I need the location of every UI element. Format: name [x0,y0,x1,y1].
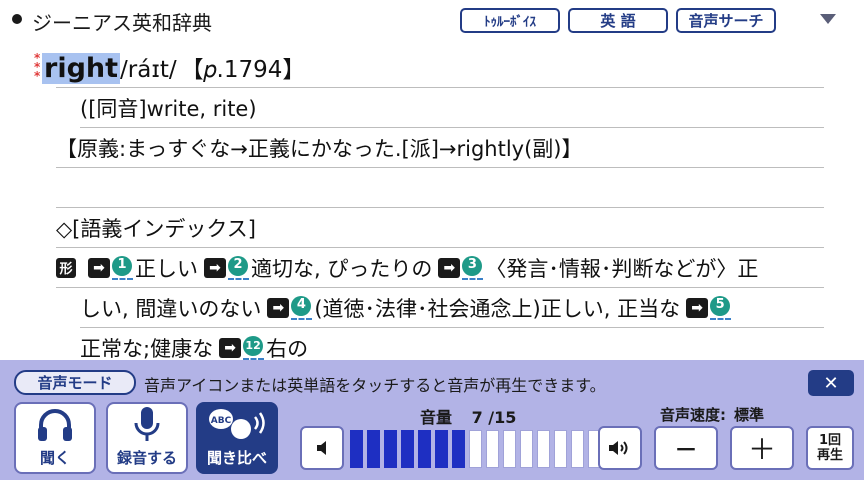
volume-bar-segment[interactable] [537,430,550,468]
volume-bar-segment[interactable] [469,430,482,468]
page-reference: 【𝑝.1794】 [180,57,306,83]
microphone-icon [134,407,160,441]
record-button[interactable]: 録音する [106,402,188,474]
dictionary-title: ジーニアス英和辞典 [32,11,212,35]
volume-bar-segment[interactable] [435,430,448,468]
volume-bar-segment[interactable] [452,430,465,468]
speed-down-button[interactable]: − [654,426,718,470]
volume-bar-segment[interactable] [554,430,567,468]
sense-number: 4 [291,295,312,316]
sense-number: 3 [462,255,483,276]
sense-text: 右の [266,337,309,361]
index-heading-line: ◇[語義インデックス] [56,208,824,248]
index-heading: ◇[語義インデックス] [56,216,256,241]
etymology-text: 【原義:まっすぐな→正義にかなった.[派]→rightly(副)】 [56,136,583,161]
sense-text: 〈発言･情報･判断などが〉正 [485,256,759,281]
sense-text: 正常な;健康な [80,337,214,361]
volume-bar-segment[interactable] [571,430,584,468]
jump-arrow-icon[interactable]: ➡ [88,257,110,278]
compare-voices-icon: ABC [209,409,265,439]
speed-readout: 音声速度: 標準 [660,404,764,425]
english-button[interactable]: 英 語 [568,8,668,33]
sense-number: 5 [710,295,731,316]
sense-text: (道徳･法律･社会通念上)正しい, 正当な [314,296,681,321]
homophones-line: ([同音]write, rite) [80,88,824,128]
speed-value: 標準 [734,406,765,424]
dictionary-entry: * * * right /ráɪt/ 【𝑝.1794】 ([同音]write, ri… [0,40,864,361]
sense-number-link[interactable]: 2 [228,255,249,280]
listen-label: 聞く [39,449,70,467]
compare-badge-text: ABC [211,416,232,426]
close-panel-button[interactable]: ✕ [808,370,854,396]
pronunciation: /ráɪt/ [120,57,177,83]
jump-arrow-icon[interactable]: ➡ [219,338,242,358]
sense-number-link[interactable]: 1 [112,255,133,280]
record-label: 録音する [116,449,177,467]
sense-number-link[interactable]: 12 [243,336,265,360]
sense-row: しい, 間違いのない ➡ 4 (道徳･法律･社会通念上)正しい, 正当な ➡ 5 [80,288,824,328]
blank-line [56,168,824,208]
headphones-icon [38,409,72,441]
bullet-icon [12,14,22,24]
volume-label: 音量 [420,408,453,427]
sense-row: 形 ➡ 1 正しい ➡ 2 適切な, ぴったりの ➡ 3 〈発言･情報･判断など… [56,248,824,288]
speed-up-button[interactable]: ＋ [730,426,794,470]
compare-button[interactable]: ABC 聞き比べ [196,402,278,474]
volume-bar-segment[interactable] [418,430,431,468]
sense-text: 正しい [135,256,198,281]
jump-arrow-icon[interactable]: ➡ [267,297,290,318]
volume-value: 7 /15 [471,408,517,427]
voice-mode-panel: 音声モード 音声アイコンまたは英単語をタッチすると音声が再生できます。 ✕ 聞く… [0,360,864,480]
volume-down-button[interactable] [300,426,344,470]
dropdown-triangle-icon[interactable] [820,14,836,24]
volume-slider[interactable] [350,430,601,468]
play-once-label-2: 再生 [816,448,843,463]
jump-arrow-icon[interactable]: ➡ [686,297,709,318]
header-bar: ジーニアス英和辞典 ﾄｩﾙｰﾎﾞｲｽ 英 語 音声サーチ [0,0,864,40]
volume-bar-segment[interactable] [401,430,414,468]
voice-mode-label: 音声モード [14,370,136,395]
etymology-line: 【原義:まっすぐな→正義にかなった.[派]→rightly(副)】 [56,128,824,168]
adjective-icon: 形 [56,257,76,278]
sense-number-link[interactable]: 4 [291,295,313,320]
sense-text: 適切な, ぴったりの [251,256,433,281]
volume-bar-segment[interactable] [367,430,380,468]
headword[interactable]: right [42,53,121,84]
sense-number: 1 [112,255,132,276]
jump-arrow-icon[interactable]: ➡ [438,257,461,278]
volume-bar-segment[interactable] [350,430,363,468]
voice-search-button[interactable]: 音声サーチ [676,8,776,33]
sense-number: 2 [228,255,248,276]
headword-row: right /ráɪt/ 【𝑝.1794】 [30,50,305,86]
sense-text: しい, 間違いのない [80,296,262,321]
speaker-loud-icon [609,441,628,455]
voice-hint-text: 音声アイコンまたは英単語をタッチすると音声が再生できます。 [144,376,606,395]
play-once-button[interactable]: 1回 再生 [806,426,854,470]
sense-number-link[interactable]: 3 [462,255,484,280]
play-once-label-1: 1回 [818,433,842,448]
sense-number-link[interactable]: 5 [710,295,732,320]
homophones-text: ([同音]write, rite) [80,96,257,121]
volume-bar-segment[interactable] [384,430,397,468]
speaker-icon [317,441,326,455]
volume-bar-segment[interactable] [503,430,516,468]
compare-label: 聞き比べ [206,449,267,467]
listen-button[interactable]: 聞く [14,402,96,474]
sense-number: 12 [243,336,264,356]
jump-arrow-icon[interactable]: ➡ [204,257,226,278]
volume-readout: 音量 7 /15 [420,404,516,428]
volume-bar-segment[interactable] [486,430,499,468]
volume-up-button[interactable] [598,426,642,470]
volume-bar-segment[interactable] [520,430,533,468]
true-voice-button[interactable]: ﾄｩﾙｰﾎﾞｲｽ [460,8,560,33]
speed-label: 音声速度: [660,406,726,424]
